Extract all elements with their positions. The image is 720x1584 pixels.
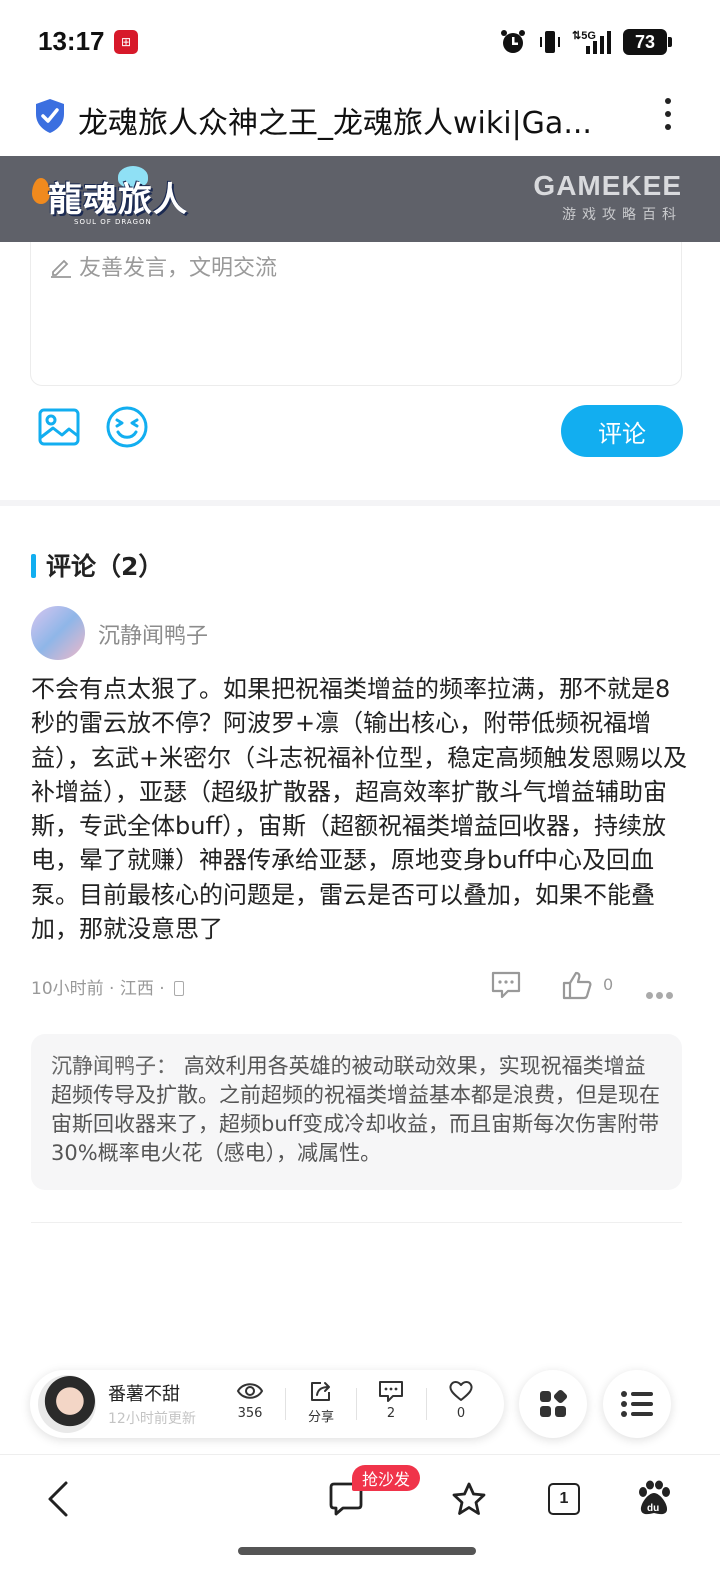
- game-logo-subtitle: SOUL OF DRAGON: [74, 218, 152, 226]
- game-logo-text: 龍魂旅人: [48, 180, 188, 220]
- gamekee-tagline: 游戏攻略百科: [562, 207, 682, 223]
- kebab-menu-icon[interactable]: [658, 98, 678, 138]
- battery-indicator: 73: [623, 29, 672, 55]
- reply-item: 沉静闻鸭子： 高效利用各英雄的被动联动效果，实现祝福类增益超频传导及扩散。之前超…: [51, 1052, 663, 1168]
- baidu-button[interactable]: du: [632, 1477, 676, 1521]
- share-icon: [311, 1382, 330, 1401]
- sofa-badge[interactable]: 抢沙发: [352, 1465, 421, 1491]
- chevron-left-icon: [48, 1481, 68, 1517]
- pencil-icon: [51, 259, 71, 278]
- thumbs-up-icon[interactable]: [561, 970, 593, 1000]
- alarm-icon: [501, 30, 525, 53]
- divider: [426, 1388, 427, 1420]
- gamekee-brand: GAMEKEE: [533, 170, 682, 201]
- grid-icon: [540, 1389, 568, 1417]
- favorite-button[interactable]: [447, 1477, 491, 1521]
- heart-icon: [449, 1381, 473, 1401]
- game-logo[interactable]: 龍魂旅人 SOUL OF DRAGON: [30, 166, 210, 232]
- avatar[interactable]: [31, 606, 85, 660]
- star-icon: [452, 1482, 486, 1515]
- comment-author[interactable]: 沉静闻鸭子: [98, 618, 208, 650]
- site-header: 龍魂旅人 SOUL OF DRAGON GAMEKEE 游戏攻略百科: [0, 156, 720, 242]
- signal-5g-icon: ⇅5G: [572, 30, 611, 54]
- section-accent-bar: [31, 554, 36, 578]
- author-avatar[interactable]: [38, 1375, 96, 1433]
- section-divider: [0, 500, 720, 506]
- app-notification-icon: ⊞: [114, 30, 138, 54]
- eye-icon: [236, 1383, 264, 1399]
- status-bar: 13:17 ⊞ ⇅5G 73: [0, 0, 720, 84]
- divider: [285, 1388, 286, 1420]
- svg-text:⇅5G: ⇅5G: [572, 30, 596, 42]
- comment-time: 10小时前: [31, 979, 104, 999]
- gamekee-logo[interactable]: GAMEKEE 游戏攻略百科: [533, 170, 682, 224]
- comment-icon: [379, 1381, 403, 1402]
- comment-like-count: 0: [603, 975, 614, 994]
- svg-text:du: du: [647, 1503, 659, 1514]
- table-of-contents-button[interactable]: [603, 1370, 671, 1438]
- comment-body: 不会有点太狠了。如果把祝福类增益的频率拉满，那不就是8秒的雷云放不停？阿波罗+凛…: [31, 675, 688, 944]
- likes-stat[interactable]: 0: [437, 1380, 485, 1421]
- comment-meta: 10小时前 · 江西 ·: [31, 974, 185, 999]
- likes-count: 0: [456, 1406, 466, 1421]
- browser-title-bar: 龙魂旅人众神之王_龙魂旅人wiki|Ga...: [0, 84, 720, 156]
- vibrate-icon: [540, 31, 560, 53]
- comment-input[interactable]: 友善发言，文明交流: [30, 242, 682, 386]
- emoji-icon[interactable]: [106, 406, 148, 448]
- page-title[interactable]: 龙魂旅人众神之王_龙魂旅人wiki|Ga...: [78, 98, 618, 142]
- device-icon: [174, 981, 185, 996]
- status-time: 13:17: [38, 26, 105, 56]
- more-options-icon[interactable]: [646, 984, 678, 999]
- divider: [31, 1222, 682, 1223]
- views-count: 356: [237, 1406, 263, 1421]
- shield-check-icon: [36, 99, 64, 133]
- share-label: 分享: [307, 1410, 334, 1425]
- reply-icon[interactable]: [490, 970, 522, 1000]
- divider: [356, 1388, 357, 1420]
- baidu-paw-icon: du: [639, 1480, 670, 1515]
- share-button[interactable]: 分享: [297, 1380, 345, 1425]
- author-updated-time: 12小时前更新: [108, 1411, 196, 1427]
- back-button[interactable]: [36, 1477, 80, 1521]
- reply-author[interactable]: 沉静闻鸭子：: [51, 1054, 177, 1078]
- comments-heading: 评论（2）: [46, 552, 164, 581]
- reply-thread: 沉静闻鸭子： 高效利用各英雄的被动联动效果，实现祝福类增益超频传导及扩散。之前超…: [31, 1034, 682, 1190]
- browser-bottom-nav: 抢沙发 1 du: [0, 1454, 720, 1584]
- comment-input-placeholder: 友善发言，文明交流: [79, 256, 278, 281]
- submit-comment-button[interactable]: 评论: [561, 405, 683, 457]
- list-icon: [621, 1391, 653, 1417]
- author-action-bar: 番薯不甜 12小时前更新 356 分享 2 0: [30, 1370, 504, 1438]
- image-upload-icon[interactable]: [38, 408, 80, 446]
- home-indicator[interactable]: [238, 1547, 476, 1555]
- tab-count: 1: [548, 1483, 580, 1515]
- author-name[interactable]: 番薯不甜: [108, 1380, 180, 1406]
- apps-grid-button[interactable]: [519, 1370, 587, 1438]
- tabs-button[interactable]: 1: [542, 1477, 586, 1521]
- comments-stat[interactable]: 2: [367, 1380, 415, 1421]
- views-stat: 356: [226, 1380, 274, 1421]
- comment-region: 江西: [119, 979, 154, 999]
- comments-count: 2: [386, 1406, 396, 1421]
